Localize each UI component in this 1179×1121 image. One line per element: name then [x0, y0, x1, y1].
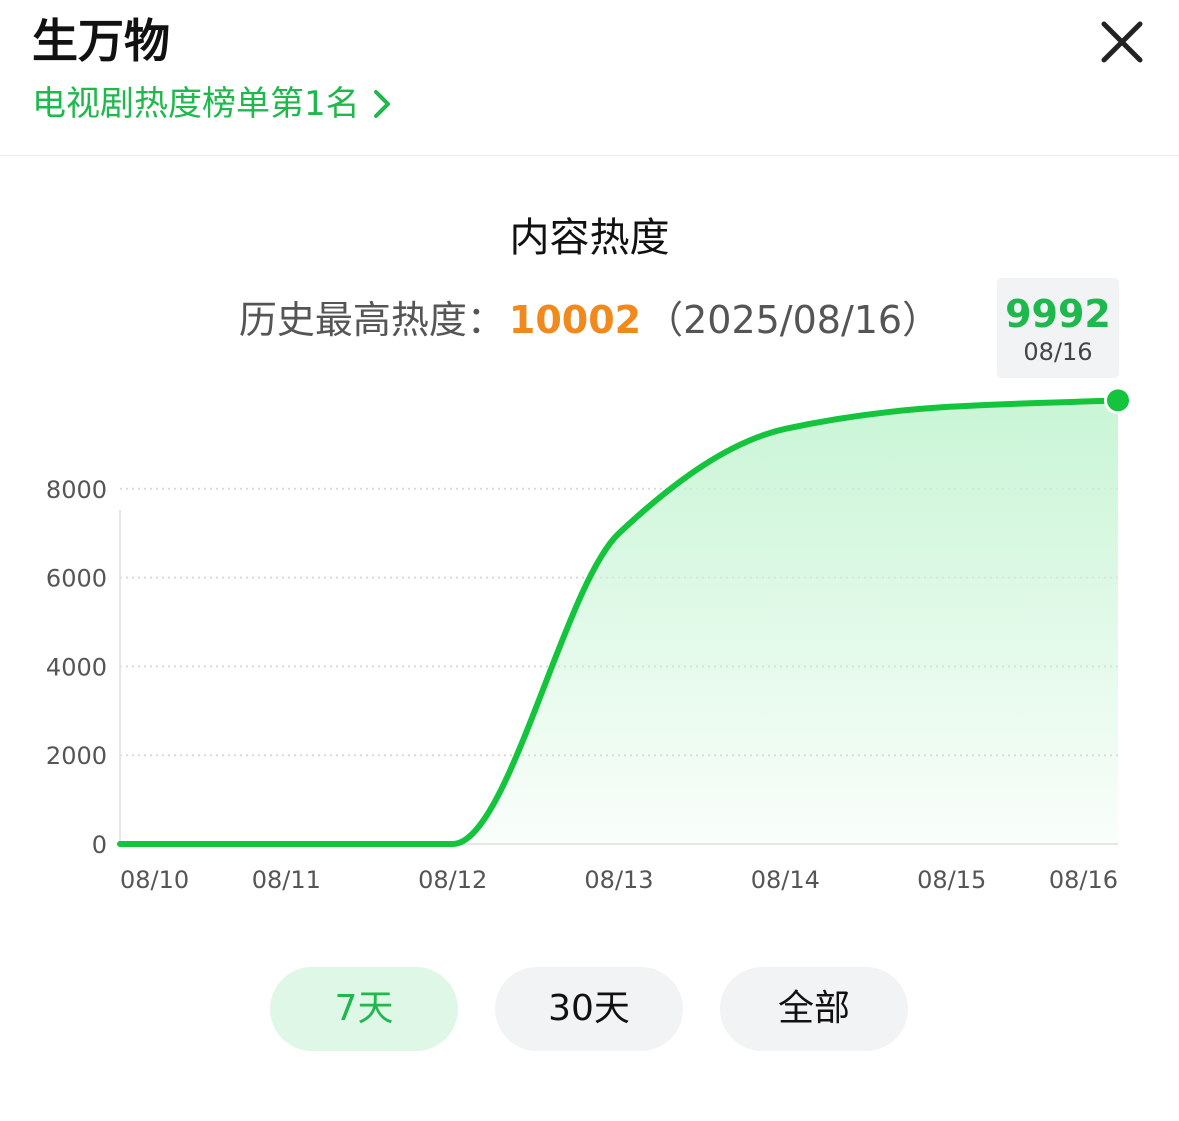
peak-date: （2025/08/16） — [645, 298, 941, 342]
tab-all[interactable]: 全部 — [720, 967, 908, 1051]
peak-value: 10002 — [508, 298, 642, 342]
y-tick-label: 6000 — [46, 565, 107, 593]
heat-chart[interactable]: 0 2000 4000 6000 8000 08/10 08/11 08/12 08/13 08/… — [0, 380, 1179, 920]
highlight-point — [1107, 389, 1129, 412]
section-title: 内容热度 — [509, 215, 670, 261]
page-title: 生万物 — [32, 14, 170, 68]
x-tick-label: 08/15 — [917, 866, 986, 894]
y-tick-label: 0 — [92, 831, 107, 859]
x-tick-label: 08/14 — [751, 866, 820, 894]
chevron-right-icon — [372, 88, 392, 120]
x-tick-label: 08/10 — [120, 866, 189, 894]
x-tick-label: 08/13 — [584, 866, 653, 894]
x-tick-label: 08/11 — [252, 866, 321, 894]
tab-7-days[interactable]: 7天 — [270, 967, 458, 1051]
y-tick-label: 4000 — [46, 653, 107, 681]
rank-link-label: 电视剧热度榜单第1名 — [32, 84, 360, 124]
chart-tooltip: 9992 08/16 — [997, 278, 1119, 378]
x-tick-label: 08/12 — [418, 866, 487, 894]
y-tick-label: 8000 — [46, 476, 107, 504]
tab-30-days[interactable]: 30天 — [495, 967, 683, 1051]
tooltip-value: 9992 — [1005, 292, 1111, 336]
peak-label: 历史最高热度： — [238, 298, 505, 342]
series-area — [120, 400, 1118, 844]
range-tabs: 7天 30天 全部 — [0, 967, 1179, 1051]
header: 生万物 电视剧热度榜单第1名 — [0, 0, 1179, 156]
x-tick-label: 08/16 — [1049, 866, 1118, 894]
tooltip-date: 08/16 — [1023, 338, 1093, 366]
rank-link[interactable]: 电视剧热度榜单第1名 — [32, 78, 392, 130]
y-tick-label: 2000 — [46, 742, 107, 770]
close-icon — [1101, 21, 1143, 63]
close-button[interactable] — [1094, 14, 1150, 70]
